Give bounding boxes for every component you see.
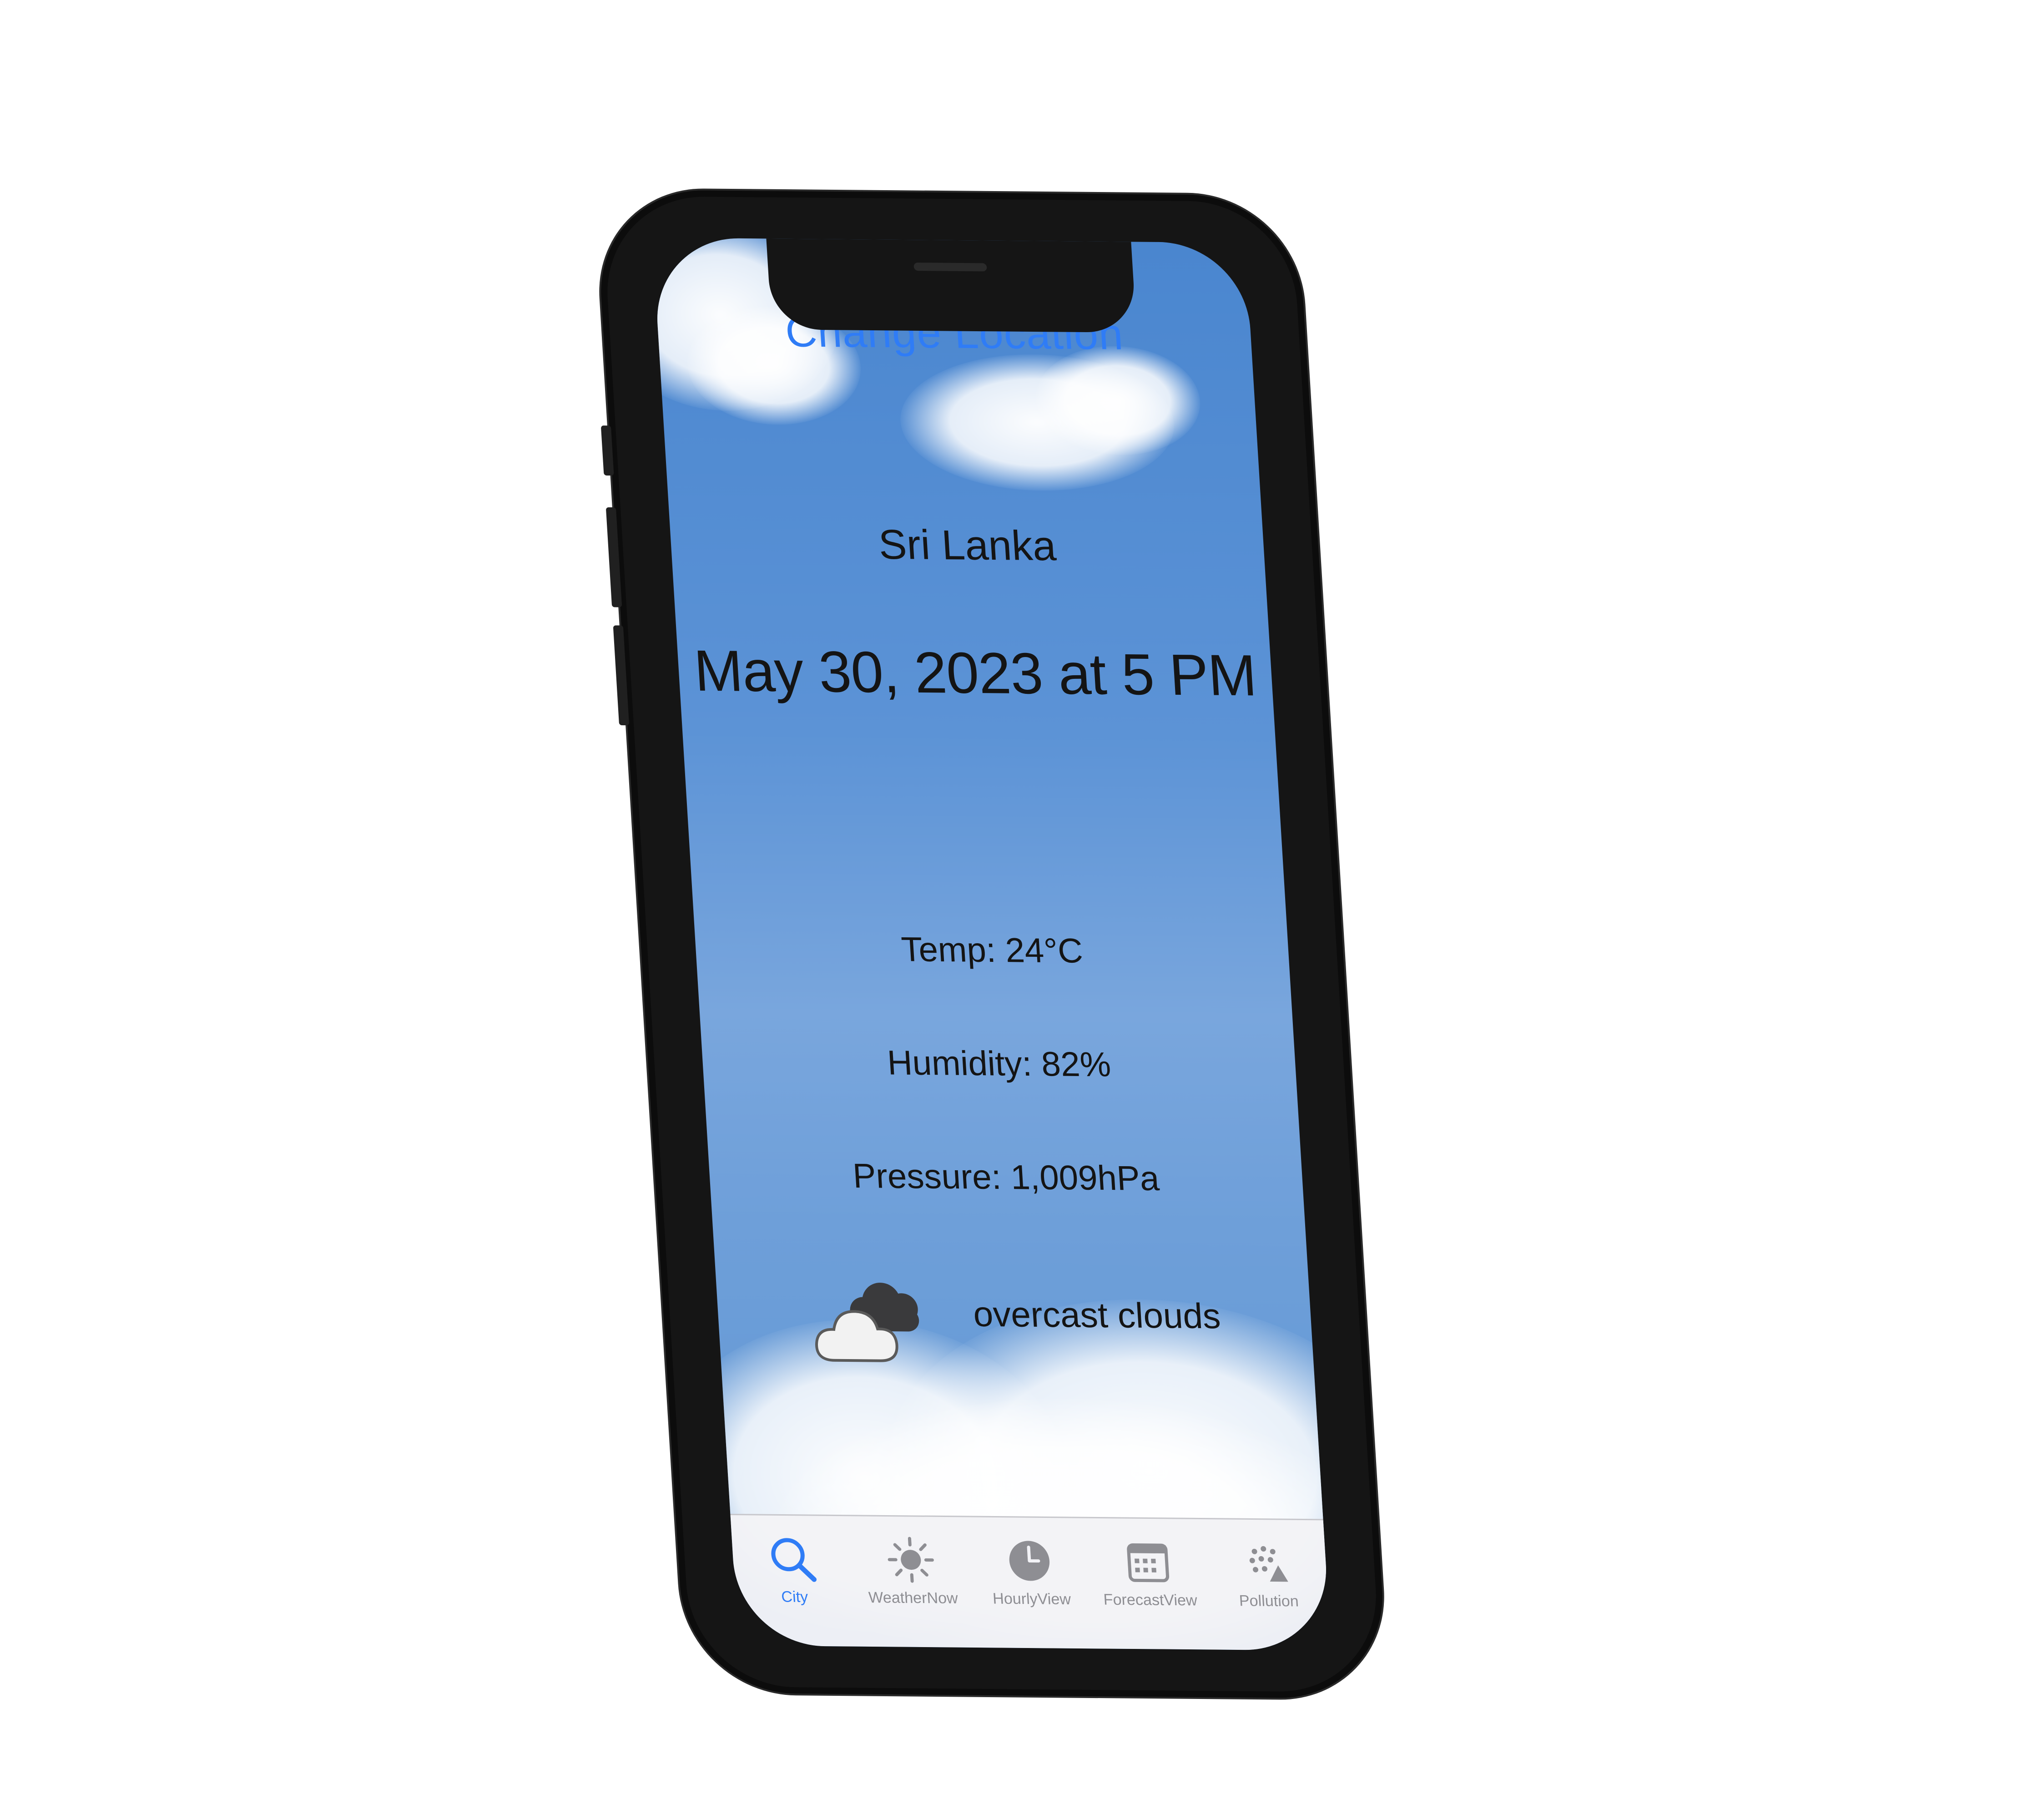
country-name: Sri Lanka bbox=[877, 521, 1058, 570]
tab-weather-now-label: WeatherNow bbox=[868, 1589, 958, 1607]
earpiece-speaker bbox=[913, 263, 987, 272]
tab-city[interactable]: City bbox=[731, 1533, 854, 1607]
tab-forecast-view-label: ForecastView bbox=[1103, 1591, 1198, 1609]
mute-switch bbox=[600, 425, 614, 476]
weather-description: overcast clouds bbox=[972, 1294, 1222, 1336]
date-time: May 30, 2023 at 5 PM bbox=[692, 638, 1258, 708]
pollution-icon bbox=[1249, 1546, 1288, 1582]
tab-pollution[interactable]: Pollution bbox=[1206, 1537, 1328, 1611]
stage: Change Location Sri Lanka May 30, 2023 a… bbox=[0, 0, 2038, 1820]
notch bbox=[766, 238, 1137, 333]
calendar-icon bbox=[1127, 1543, 1170, 1582]
search-icon bbox=[771, 1538, 817, 1582]
pressure-label: Pressure: 1,009hPa bbox=[852, 1157, 1160, 1198]
temperature-label: Temp: 24°C bbox=[900, 930, 1084, 971]
tab-forecast-view[interactable]: ForecastView bbox=[1087, 1537, 1210, 1610]
tab-bar: City WeatherNow HourlyView ForecastView … bbox=[730, 1513, 1332, 1651]
tab-weather-now[interactable]: WeatherNow bbox=[850, 1534, 973, 1608]
phone-frame: Change Location Sri Lanka May 30, 2023 a… bbox=[595, 189, 1389, 1699]
app-screen: Change Location Sri Lanka May 30, 2023 a… bbox=[652, 238, 1332, 1651]
tab-hourly-view[interactable]: HourlyView bbox=[969, 1535, 1091, 1608]
tab-pollution-label: Pollution bbox=[1238, 1592, 1299, 1610]
humidity-label: Humidity: 82% bbox=[886, 1043, 1112, 1084]
sun-icon bbox=[888, 1537, 934, 1583]
tab-city-label: City bbox=[781, 1588, 809, 1606]
tab-hourly-view-label: HourlyView bbox=[992, 1590, 1072, 1608]
weather-condition: overcast clouds bbox=[802, 1274, 1264, 1378]
cloud-icon bbox=[802, 1274, 945, 1370]
volume-up-button bbox=[605, 507, 622, 607]
volume-down-button bbox=[613, 625, 630, 726]
clock-icon bbox=[1009, 1541, 1050, 1581]
